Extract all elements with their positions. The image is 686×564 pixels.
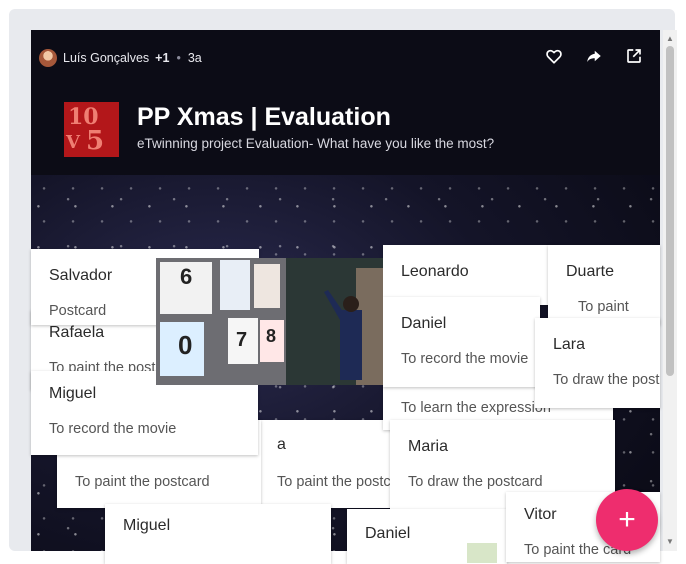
post-body: To record the movie [49, 421, 177, 437]
post-body: To paint the postcard [75, 474, 210, 490]
post-card-leonardo[interactable]: Leonardo [383, 245, 558, 305]
open-external-icon[interactable] [624, 46, 644, 66]
author-name[interactable]: Luís Gonçalves [63, 51, 149, 65]
photo-digit: 0 [178, 330, 192, 360]
post-author: Rafaela [49, 324, 105, 341]
board-title: PP Xmas | Evaluation [137, 103, 391, 131]
post-body: To record the movie [401, 351, 529, 367]
post-card-daniel[interactable]: Daniel To record the movie [383, 297, 540, 387]
post-body: Postcard [49, 303, 107, 319]
board-subtitle: eTwinning project Evaluation- What have … [137, 136, 495, 151]
post-author: a [277, 436, 286, 453]
post-age: 3a [187, 51, 202, 65]
coauthor-count[interactable]: +1 [155, 51, 169, 65]
post-author: Daniel [365, 525, 411, 542]
post-author: Duarte [566, 263, 615, 280]
author-info[interactable]: Luís Gonçalves +1 • 3a [39, 48, 202, 68]
post-card-miguel-2[interactable]: Miguel [105, 504, 331, 564]
heart-icon[interactable] [544, 46, 564, 66]
avatar[interactable] [39, 49, 57, 67]
post-author: Maria [408, 438, 449, 455]
post-thumbnail [467, 543, 497, 563]
board-logo: 10 5 V [64, 102, 119, 157]
share-icon[interactable] [584, 46, 604, 66]
post-body: To learn the expression [401, 400, 551, 416]
scrollbar-thumb[interactable] [666, 46, 674, 376]
post-body: To paint the postcard [277, 474, 392, 490]
post-author: Miguel [49, 385, 97, 402]
scroll-down-arrow-icon[interactable]: ▼ [665, 536, 675, 546]
vertical-scrollbar[interactable]: ▲ ▼ [663, 30, 677, 551]
separator-dot: • [176, 51, 181, 65]
post-author: Vitor [524, 506, 557, 523]
post-author: Daniel [401, 315, 447, 332]
classroom-photo[interactable]: 6 0 7 8 [156, 258, 383, 385]
post-card-a[interactable]: a To paint the postcard [257, 420, 392, 508]
post-body: To paint [578, 299, 629, 315]
add-post-button[interactable]: + [596, 489, 658, 551]
post-body: To draw the postcard [408, 474, 543, 490]
post-author: Lara [553, 336, 586, 353]
post-author: Miguel [123, 517, 171, 534]
scroll-up-arrow-icon[interactable]: ▲ [665, 33, 675, 43]
post-author: Salvador [49, 267, 113, 284]
photo-digit: 7 [236, 329, 247, 351]
post-body: To draw the postcard [553, 372, 660, 388]
post-card-lara[interactable]: Lara To draw the postcard [535, 318, 660, 408]
post-card-duarte[interactable]: Duarte To paint [548, 245, 660, 325]
post-author: Leonardo [401, 263, 469, 280]
post-card-daniel-2[interactable]: Daniel [347, 509, 507, 564]
board-header: Luís Gonçalves +1 • 3a 10 5 V PP Xmas | … [31, 30, 660, 175]
photo-digit: 6 [180, 264, 192, 289]
photo-digit: 8 [266, 326, 276, 346]
